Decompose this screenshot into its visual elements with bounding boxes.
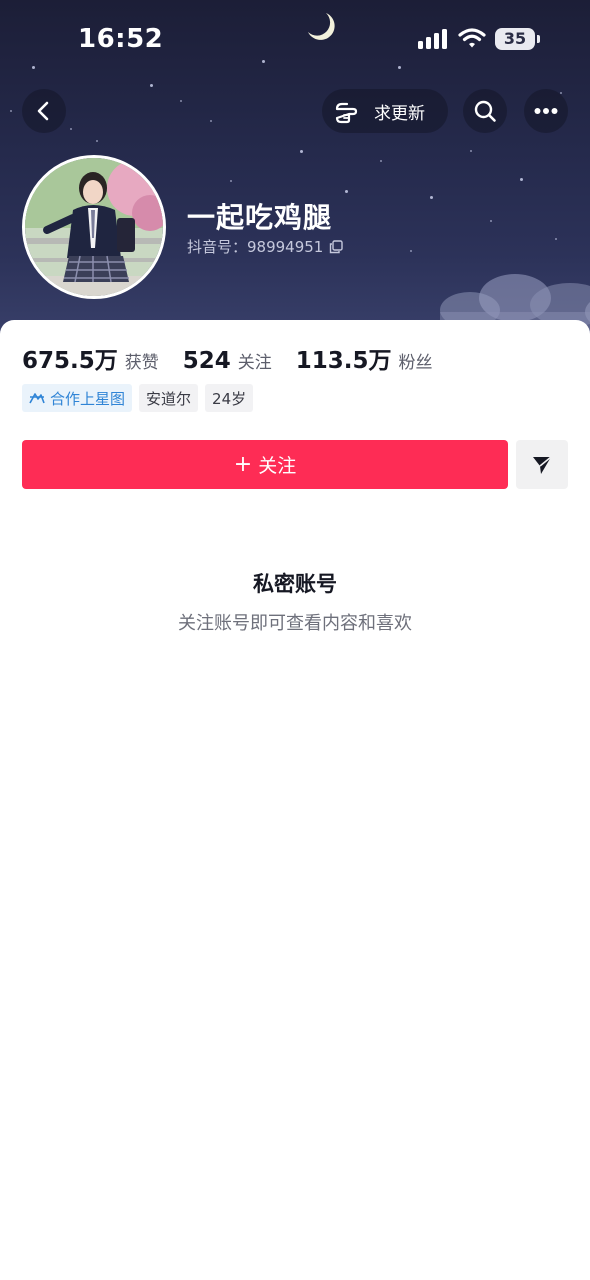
avatar[interactable]: [22, 155, 166, 299]
profile-stats: 675.5万 获赞 524 关注 113.5万 粉丝: [22, 341, 457, 375]
request-update-button[interactable]: 求更新: [322, 89, 448, 133]
tag-location-label: 安道尔: [146, 389, 192, 408]
stat-followers[interactable]: 113.5万 粉丝: [296, 341, 433, 375]
tag-location: 安道尔: [139, 384, 199, 412]
plus-icon: +: [233, 452, 253, 477]
follow-button[interactable]: + 关注: [22, 440, 508, 489]
profile-nickname: 一起吃鸡腿: [187, 201, 333, 234]
stat-following-label: 关注: [237, 353, 272, 373]
chevron-left-icon: [37, 101, 49, 121]
cellular-signal-icon: [418, 29, 447, 49]
tag-xingtu[interactable]: 合作上星图: [22, 384, 133, 412]
battery-indicator: 35: [495, 28, 540, 50]
status-time: 16:52: [78, 24, 164, 54]
stat-following-value: 524: [182, 348, 231, 374]
search-button[interactable]: [463, 89, 507, 133]
stat-followers-value: 113.5万: [295, 348, 392, 374]
xingtu-icon: [29, 393, 45, 404]
follow-label: 关注: [258, 455, 297, 477]
search-icon: [474, 100, 496, 122]
stat-following[interactable]: 524 关注: [183, 348, 272, 374]
avatar-photo: [25, 158, 163, 296]
request-update-label: 求更新: [374, 103, 425, 124]
stat-likes-value: 675.5万: [22, 348, 118, 374]
back-button[interactable]: [22, 89, 66, 133]
profile-tags: 合作上星图 安道尔 24岁: [22, 384, 260, 412]
douyin-id[interactable]: 抖音号：98994951: [187, 236, 344, 257]
stat-followers-label: 粉丝: [398, 353, 433, 373]
private-account-title: 私密账号: [253, 572, 337, 596]
private-account-subtitle: 关注账号即可查看内容和喜欢: [178, 613, 412, 634]
stat-likes[interactable]: 675.5万 获赞: [22, 341, 159, 375]
wifi-icon: [458, 28, 486, 48]
send-icon: [533, 455, 552, 474]
copy-icon[interactable]: [329, 239, 344, 254]
send-message-button[interactable]: [516, 440, 568, 489]
douyin-id-text: 抖音号：98994951: [187, 238, 324, 256]
tag-age: 24岁: [205, 384, 254, 412]
tag-xingtu-label: 合作上星图: [50, 389, 126, 408]
status-bar: 16:52 35: [0, 0, 590, 80]
pointing-hand-icon: [335, 102, 358, 124]
tag-age-label: 24岁: [212, 389, 247, 408]
more-dots-icon: [534, 108, 558, 114]
more-button[interactable]: [524, 89, 568, 133]
stat-likes-label: 获赞: [124, 353, 159, 373]
